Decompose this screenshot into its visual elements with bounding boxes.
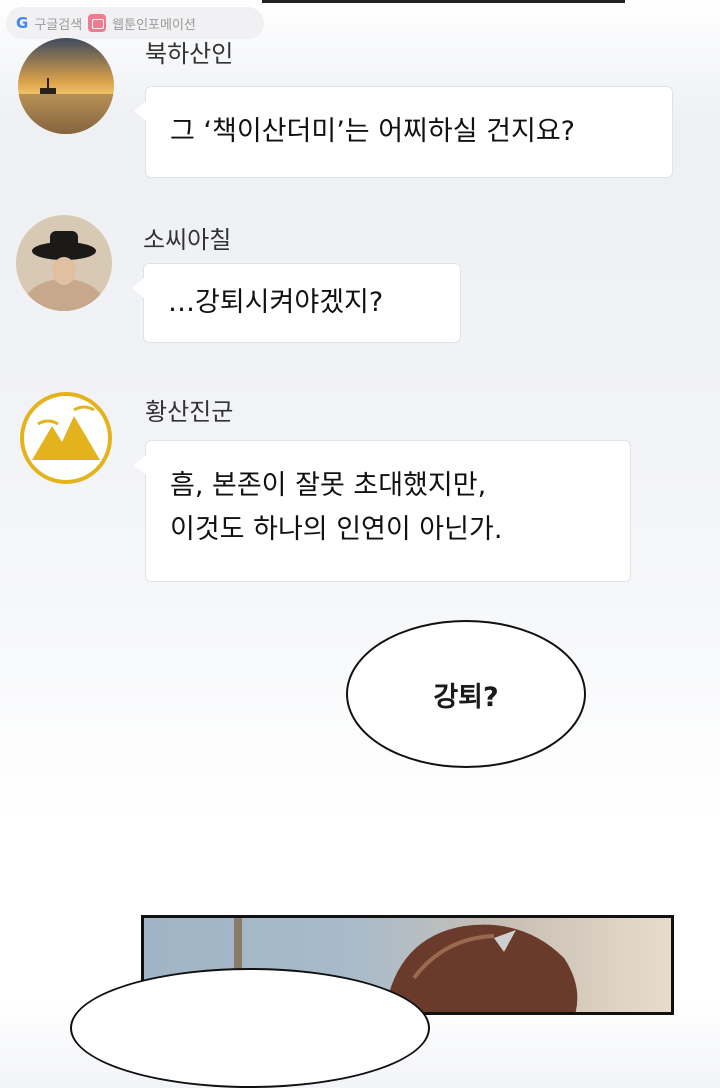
sender-name: 북하산인 <box>145 40 234 68</box>
watermark-search-label: 구글검색 <box>34 17 83 33</box>
webtoon-badge-icon <box>88 14 107 32</box>
google-g-icon: G <box>16 14 29 32</box>
message-text: 흠, 본존이 잘못 초대했지만, <box>170 470 487 501</box>
message-text: 그 ‘책이산더미’는 어찌하실 건지요? <box>170 116 576 147</box>
speech-bubble-partial <box>70 968 430 1088</box>
bubble-tail <box>134 455 146 475</box>
previous-panel-edge <box>262 0 625 3</box>
message-text: …강퇴시켜야겠지? <box>168 287 384 318</box>
sunset-boat-image <box>18 38 114 134</box>
bubble-tail <box>134 101 146 121</box>
avatar-hwangsanjingun <box>18 390 114 486</box>
bubble-tail <box>132 278 144 298</box>
message-text: 이것도 하나의 인연이 아닌가. <box>170 514 503 545</box>
hat-man-image <box>16 215 112 311</box>
avatar-bukhasanin <box>18 38 114 134</box>
sender-name: 소씨아칠 <box>143 226 232 254</box>
sender-name: 황산진군 <box>145 398 234 426</box>
message-bubble: 흠, 본존이 잘못 초대했지만, 이것도 하나의 인연이 아닌가. <box>134 440 631 582</box>
avatar-sossiachil <box>16 215 112 311</box>
speech-bubble: 강퇴? <box>346 620 586 768</box>
message-bubble: …강퇴시켜야겠지? <box>132 263 461 343</box>
message-bubble: 그 ‘책이산더미’는 어찌하실 건지요? <box>134 86 673 178</box>
watermark-site-label: 웹툰인포메이션 <box>112 17 196 33</box>
mountain-emblem-icon <box>20 392 112 484</box>
speech-text: 강퇴? <box>433 681 499 713</box>
